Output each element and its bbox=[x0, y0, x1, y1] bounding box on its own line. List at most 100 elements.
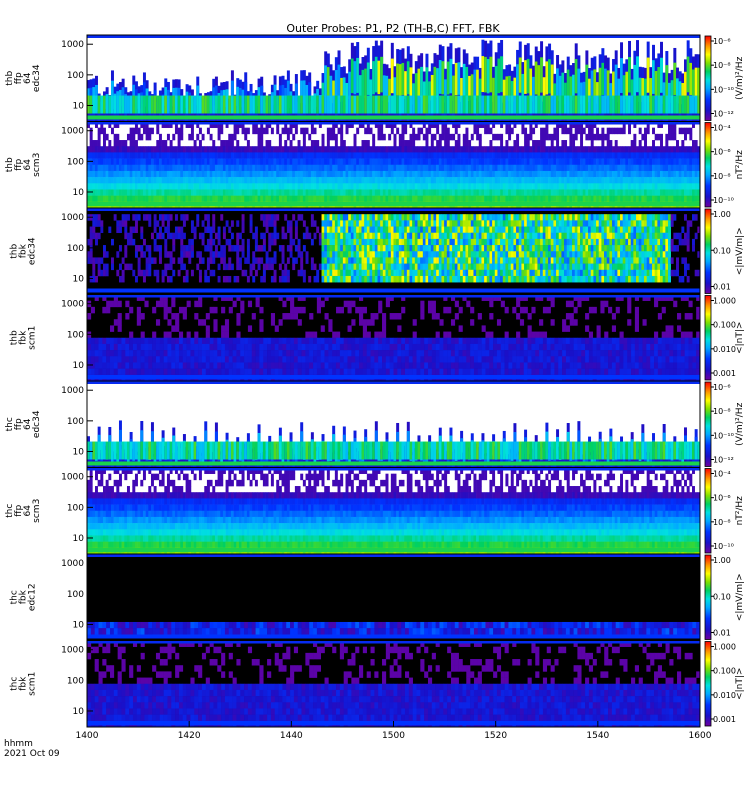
colorbar-tick-label: 0.010 bbox=[713, 691, 736, 700]
y-axis-label: scm1 bbox=[28, 672, 38, 696]
y-tick-label: 1000 bbox=[61, 473, 84, 483]
y-tick-label: 100 bbox=[67, 417, 84, 427]
y-tick-label: 100 bbox=[67, 503, 84, 513]
colorbar-tick-label: 0.010 bbox=[713, 345, 736, 354]
y-tick-label: 1000 bbox=[61, 646, 84, 656]
colorbar-tick-label: 10⁻¹² bbox=[713, 456, 734, 465]
y-tick-label: 10 bbox=[73, 620, 85, 630]
colorbar-tick-label: 10⁻¹⁰ bbox=[713, 431, 734, 440]
colorbar-tick-label: 10⁻⁶ bbox=[713, 494, 731, 503]
colorbar-tick-label: 10⁻¹² bbox=[713, 110, 734, 119]
spectrogram-image bbox=[87, 554, 700, 641]
colorbar-tick-label: 0.001 bbox=[713, 715, 736, 724]
y-tick-label: 100 bbox=[67, 71, 84, 81]
colorbar-label: <|nT|> bbox=[735, 322, 745, 354]
colorbar bbox=[704, 554, 712, 640]
colorbar-tick-label: 10⁻⁶ bbox=[713, 383, 731, 392]
date-label: 2021 Oct 09 bbox=[4, 749, 60, 759]
y-tick-label: 10 bbox=[73, 361, 85, 371]
spectrogram-image bbox=[87, 467, 700, 554]
panel-1: 101001000thb ffp 64 edc3410⁻⁶10⁻⁸10⁻¹⁰10⁻¹²… bbox=[5, 34, 745, 122]
y-tick-label: 100 bbox=[67, 244, 84, 254]
y-tick-label: 1000 bbox=[61, 213, 84, 223]
panel-3: 101001000thb fbk edc341.000.100.01<|mV/m|> bbox=[10, 207, 745, 295]
x-tick-label: 1400 bbox=[76, 731, 99, 741]
y-axis-label: edc34 bbox=[32, 64, 42, 92]
y-axis-label: edc34 bbox=[28, 237, 38, 265]
panels: 101001000thb ffp 64 edc3410⁻⁶10⁻⁸10⁻¹⁰10⁻¹²… bbox=[5, 34, 745, 728]
spectrogram-figure: Outer Probes: P1, P2 (TH-B,C) FFT, FBK 1… bbox=[4, 22, 745, 759]
spectrogram-image bbox=[87, 294, 700, 381]
y-tick-label: 100 bbox=[67, 330, 84, 340]
colorbar bbox=[704, 35, 712, 121]
y-tick-label: 100 bbox=[67, 676, 84, 686]
spectrogram-image bbox=[87, 208, 700, 295]
y-tick-label: 10 bbox=[73, 707, 85, 717]
y-tick-label: 1000 bbox=[61, 127, 84, 137]
colorbar-label: (V/m)²/Hz bbox=[735, 56, 745, 99]
y-tick-label: 10 bbox=[73, 188, 85, 198]
panel-4: 101001000thb fbk scm11.0000.1000.0100.001<… bbox=[10, 294, 745, 382]
x-tick-label: 1540 bbox=[586, 731, 609, 741]
colorbar-label: (V/m)²/Hz bbox=[735, 402, 745, 445]
colorbar-tick-label: 0.10 bbox=[713, 246, 731, 255]
colorbar-tick-label: 10⁻⁶ bbox=[713, 148, 731, 157]
colorbar-label: <|nT|> bbox=[735, 668, 745, 700]
colorbar-label: nT²/Hz bbox=[735, 496, 745, 526]
colorbar bbox=[704, 381, 712, 467]
y-tick-label: 1000 bbox=[61, 386, 84, 396]
panel-7: 101001000thc fbk edc121.000.100.01<|mV/m|> bbox=[10, 553, 745, 641]
colorbar-tick-label: 10⁻⁸ bbox=[713, 407, 731, 416]
colorbar-tick-label: 1.000 bbox=[713, 643, 736, 652]
y-tick-label: 1000 bbox=[61, 300, 84, 310]
y-axis-label: scm3 bbox=[32, 499, 42, 523]
y-tick-label: 10 bbox=[73, 101, 85, 111]
x-tick-label: 1520 bbox=[484, 731, 507, 741]
colorbar-tick-label: 10⁻⁸ bbox=[713, 172, 731, 181]
y-tick-label: 10 bbox=[73, 534, 85, 544]
colorbar-tick-label: 0.100 bbox=[713, 667, 736, 676]
colorbar-tick-label: 10⁻⁶ bbox=[713, 37, 731, 46]
colorbar bbox=[704, 122, 712, 208]
y-tick-label: 1000 bbox=[61, 40, 84, 50]
y-tick-label: 1000 bbox=[61, 559, 84, 569]
colorbar-label: nT²/Hz bbox=[735, 150, 745, 180]
x-tick-label: 1420 bbox=[178, 731, 201, 741]
colorbar bbox=[704, 641, 712, 727]
x-tick-label: 1600 bbox=[689, 731, 712, 741]
y-axis-label: scm3 bbox=[32, 153, 42, 177]
y-tick-label: 10 bbox=[73, 447, 85, 457]
x-tick-label: 1500 bbox=[382, 731, 405, 741]
colorbar-tick-label: 10⁻¹⁰ bbox=[713, 85, 734, 94]
colorbar bbox=[704, 468, 712, 554]
spectrogram-image bbox=[87, 640, 700, 727]
figure-title: Outer Probes: P1, P2 (TH-B,C) FFT, FBK bbox=[286, 22, 500, 35]
y-tick-label: 100 bbox=[67, 590, 84, 600]
spectrogram-image bbox=[87, 35, 700, 122]
colorbar-tick-label: 10⁻⁴ bbox=[713, 124, 731, 133]
y-tick-label: 100 bbox=[67, 157, 84, 167]
x-tick-label: 1440 bbox=[280, 731, 303, 741]
colorbar-tick-label: 0.001 bbox=[713, 369, 736, 378]
colorbar-tick-label: 1.00 bbox=[713, 556, 731, 565]
spectrogram-image bbox=[87, 121, 700, 208]
y-axis-label: edc12 bbox=[28, 583, 38, 611]
spectrogram-image bbox=[87, 381, 700, 468]
y-tick-label: 10 bbox=[73, 274, 85, 284]
panel-6: 101001000thc ffp 64 scm310⁻⁴10⁻⁶10⁻⁸10⁻¹⁰nT… bbox=[5, 467, 745, 555]
colorbar-tick-label: 10⁻¹⁰ bbox=[713, 196, 734, 205]
colorbar-tick-label: 0.01 bbox=[713, 629, 731, 638]
panel-8: 101001000thc fbk scm11.0000.1000.0100.001<… bbox=[10, 640, 745, 728]
time-axis-unit: hhmm bbox=[4, 739, 33, 749]
colorbar-tick-label: 10⁻⁸ bbox=[713, 61, 731, 70]
colorbar-tick-label: 0.100 bbox=[713, 321, 736, 330]
y-axis-label: edc34 bbox=[32, 410, 42, 438]
colorbar-label: <|mV/m|> bbox=[735, 227, 745, 275]
panel-2: 101001000thb ffp 64 scm310⁻⁴10⁻⁶10⁻⁸10⁻¹⁰nT… bbox=[5, 121, 745, 209]
colorbar-tick-label: 1.00 bbox=[713, 210, 731, 219]
colorbar-tick-label: 1.000 bbox=[713, 297, 736, 306]
colorbar-tick-label: 10⁻⁴ bbox=[713, 470, 731, 479]
colorbar-label: <|mV/m|> bbox=[735, 573, 745, 621]
colorbar bbox=[704, 295, 712, 381]
panel-5: 101001000thc ffp 64 edc3410⁻⁶10⁻⁸10⁻¹⁰10⁻¹²… bbox=[5, 380, 745, 468]
